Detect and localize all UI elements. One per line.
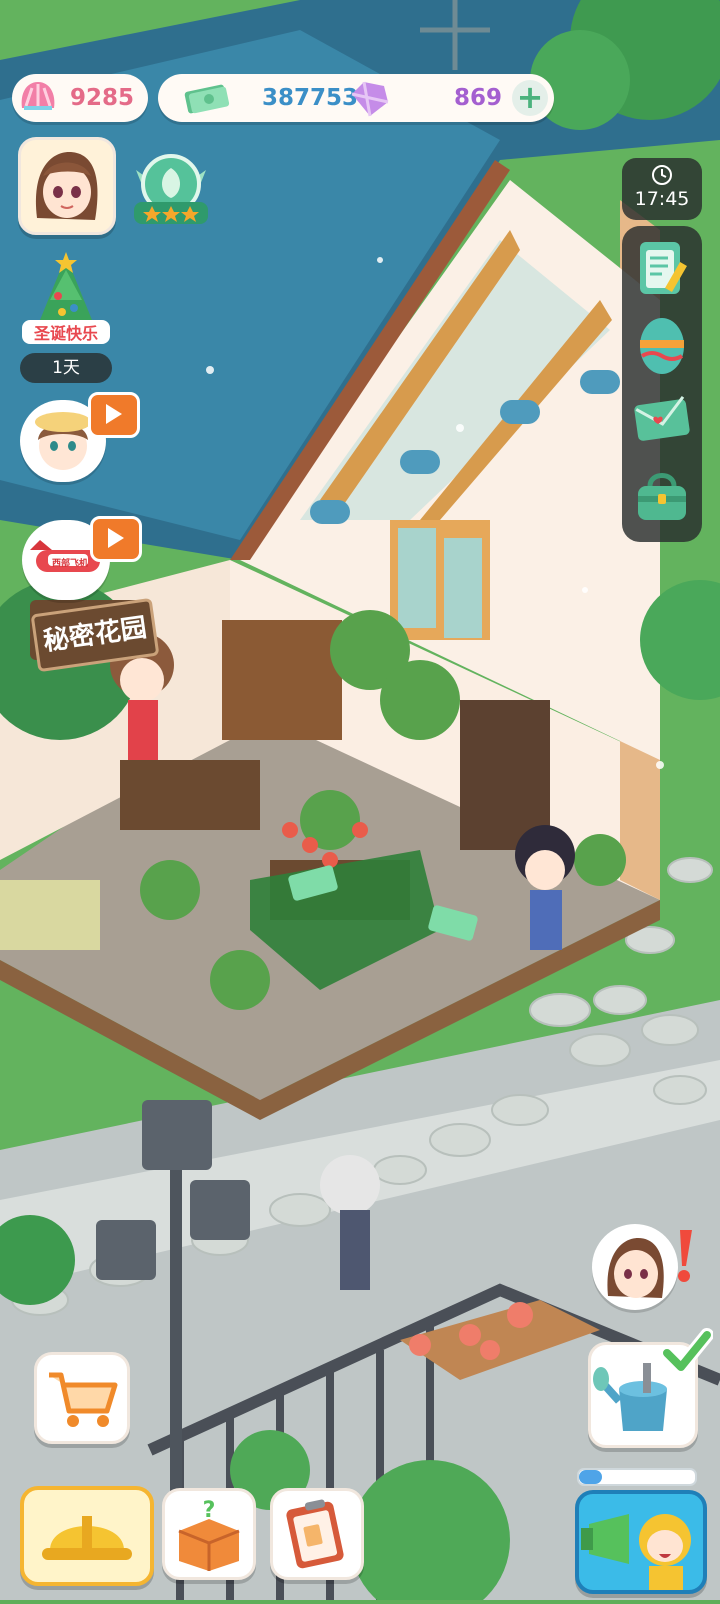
ad-tag-label: 西部飞机 <box>52 559 89 569</box>
envelope-icon <box>634 395 690 441</box>
event-days-left: 1天 <box>20 353 112 383</box>
promo-progress-bar <box>577 1468 697 1486</box>
video-reward-bubble-top[interactable] <box>20 392 140 490</box>
shopping-cart-icon <box>49 1372 118 1427</box>
npc-portrait <box>592 1224 678 1310</box>
level-badge[interactable] <box>128 150 214 230</box>
check-icon <box>660 1327 714 1377</box>
game-clock: 17:45 <box>622 158 702 220</box>
megaphone-icon <box>581 1514 691 1590</box>
easter-egg-icon <box>640 318 684 374</box>
clock-icon <box>651 164 673 186</box>
shell-icon <box>18 78 58 118</box>
tasks-button[interactable] <box>628 234 696 302</box>
shop-cart-button[interactable] <box>34 1352 130 1444</box>
christmas-event-button[interactable]: 圣诞快乐 <box>22 250 110 350</box>
water-plants-button[interactable] <box>588 1328 714 1448</box>
plus-icon: + <box>516 78 544 116</box>
gem-icon <box>348 76 392 120</box>
order-clipboard-icon <box>286 1499 344 1569</box>
video-reward-bubble-plane[interactable]: 西部飞机 <box>22 516 142 610</box>
build-button[interactable] <box>20 1486 154 1586</box>
cash-gem-bar: 387753 869 + <box>158 74 554 122</box>
exclamation-icon <box>672 1226 696 1286</box>
side-menu <box>622 226 702 542</box>
mystery-box-button[interactable]: ? <box>162 1488 256 1580</box>
mystery-box-icon: ? <box>178 1498 240 1571</box>
promo-progress-fill <box>579 1470 603 1484</box>
video-play-icon <box>90 516 142 562</box>
clipboard-pencil-icon <box>640 242 687 294</box>
npc-request-bubble[interactable] <box>592 1224 702 1314</box>
hardhat-icon <box>42 1516 132 1560</box>
bag-button[interactable] <box>628 462 696 530</box>
gem-count: 869 <box>453 85 502 111</box>
easter-egg-button[interactable] <box>628 310 696 378</box>
cash-icon <box>182 82 232 114</box>
promo-button[interactable] <box>575 1490 707 1594</box>
orders-button[interactable] <box>270 1488 364 1580</box>
avatar-portrait-icon <box>35 152 98 220</box>
add-gems-button[interactable]: + <box>512 80 548 116</box>
video-play-icon <box>88 392 140 438</box>
player-avatar[interactable] <box>18 137 116 235</box>
svg-text:?: ? <box>203 1498 216 1523</box>
christmas-banner-text: 圣诞快乐 <box>22 320 110 344</box>
shell-currency[interactable]: 9285 <box>12 74 148 122</box>
bag-icon <box>638 473 686 520</box>
mail-button[interactable] <box>628 386 696 454</box>
cash-count: 387753 <box>262 85 359 111</box>
shell-count: 9285 <box>69 85 134 111</box>
clock-time: 17:45 <box>634 188 690 210</box>
